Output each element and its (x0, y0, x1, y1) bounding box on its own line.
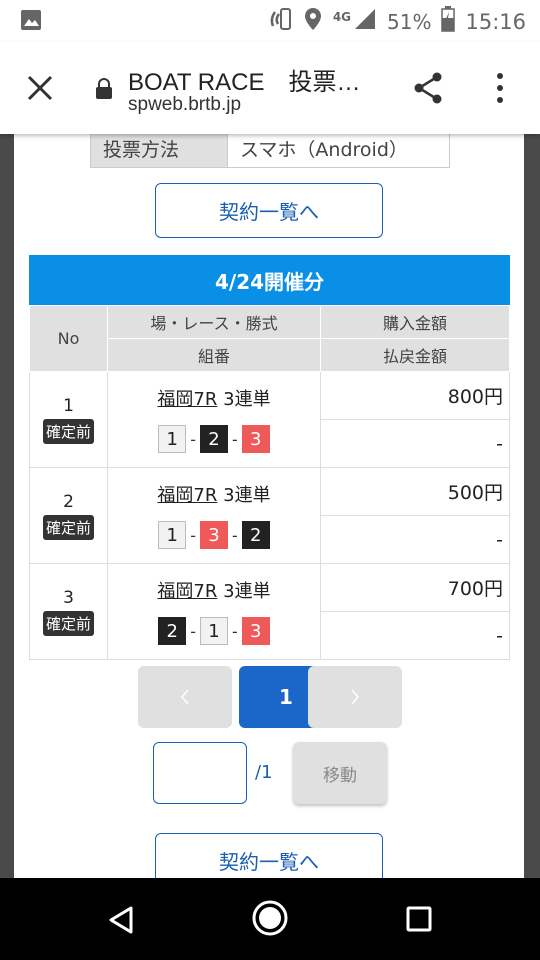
purchase-amount: 500円 (320, 467, 510, 516)
contract-list-button-top[interactable]: 契約一覧へ (155, 183, 383, 238)
boat-number-chip: 2 (158, 617, 187, 645)
page-url[interactable]: spweb.brtb.jp (128, 94, 241, 116)
boat-number-chip: 3 (241, 425, 270, 453)
purchase-amount: 800円 (320, 371, 510, 420)
payout-amount: - (320, 515, 510, 564)
combo-separator: - (232, 525, 238, 545)
boat-number-chip: 3 (241, 617, 270, 645)
page-number-input[interactable] (153, 742, 247, 804)
race-cell: 福岡7R 3連単 1-2-3 (107, 371, 321, 468)
page-content: 投票方法 スマホ（Android） 契約一覧へ 4/24開催分 No 場・レース… (14, 134, 524, 878)
nfc-icon (267, 6, 293, 38)
network-type: 4G (332, 10, 352, 24)
payout-amount: - (320, 419, 510, 468)
boat-number-chip: 1 (158, 425, 187, 453)
header-payout: 払戻金額 (320, 338, 510, 372)
battery-icon (441, 6, 456, 38)
page-title: BOAT RACE 投票… (128, 69, 361, 96)
venue-race-link[interactable]: 福岡7R (157, 389, 217, 410)
signal-icon (353, 7, 377, 37)
table-row: 2 確定前 福岡7R 3連単 1-3-2 500円 (29, 467, 510, 564)
boat-number-chip: 2 (241, 521, 270, 549)
boat-number-chip: 3 (200, 521, 228, 549)
combo-separator: - (232, 621, 238, 641)
combo-separator: - (190, 525, 196, 545)
location-icon (303, 6, 323, 38)
header-combo: 組番 (107, 338, 321, 372)
boat-number-chip: 2 (200, 425, 228, 453)
contract-list-button-bottom[interactable]: 契約一覧へ (155, 833, 383, 878)
more-options-icon[interactable] (488, 70, 512, 106)
lock-icon (95, 78, 113, 100)
row-number: 3 (63, 587, 74, 608)
move-button[interactable]: 移動 (293, 742, 387, 804)
next-page-button[interactable] (308, 666, 402, 728)
header-race: 場・レース・勝式 (107, 305, 321, 339)
vote-method-label: 投票方法 (90, 134, 228, 168)
recent-apps-icon[interactable] (405, 905, 433, 937)
bet-type: 3連単 (223, 581, 271, 602)
status-badge: 確定前 (42, 514, 94, 540)
system-nav-bar (0, 878, 540, 960)
share-icon[interactable] (410, 70, 446, 106)
date-section-header: 4/24開催分 (29, 255, 510, 305)
row-no-cell: 1 確定前 (29, 371, 108, 468)
race-cell: 福岡7R 3連単 2-1-3 (107, 563, 321, 660)
header-purchase: 購入金額 (320, 305, 510, 339)
page-total: /1 (255, 762, 273, 783)
clock: 15:16 (465, 10, 526, 34)
status-badge: 確定前 (42, 418, 94, 444)
chevron-right-icon (351, 689, 359, 705)
boat-number-chip: 1 (158, 521, 187, 549)
table-row: 1 確定前 福岡7R 3連単 1-2-3 800円 (29, 371, 510, 468)
row-no-cell: 3 確定前 (29, 563, 108, 660)
status-badge: 確定前 (42, 610, 94, 636)
combo-separator: - (190, 429, 196, 449)
boat-number-chip: 1 (200, 617, 228, 645)
row-number: 1 (63, 395, 74, 416)
browser-app-bar: BOAT RACE 投票… spweb.brtb.jp (0, 42, 540, 134)
gallery-icon (20, 9, 42, 37)
combo-separator: - (190, 621, 196, 641)
header-no: No (29, 305, 108, 372)
combination: 1-3-2 (109, 521, 319, 549)
table-row: 3 確定前 福岡7R 3連単 2-1-3 700円 (29, 563, 510, 660)
battery-percent: 51% (387, 10, 432, 34)
bet-type: 3連単 (223, 389, 271, 410)
venue-race-link[interactable]: 福岡7R (157, 581, 217, 602)
payout-amount: - (320, 611, 510, 660)
row-number: 2 (63, 491, 74, 512)
vote-method-value: スマホ（Android） (228, 134, 450, 168)
bet-type: 3連単 (223, 485, 271, 506)
prev-page-button[interactable] (138, 666, 232, 728)
race-cell: 福岡7R 3連単 1-3-2 (107, 467, 321, 564)
purchase-amount: 700円 (320, 563, 510, 612)
race-info: 福岡7R 3連単 (109, 385, 319, 411)
back-icon[interactable] (105, 904, 137, 940)
race-info: 福岡7R 3連単 (109, 577, 319, 603)
home-icon[interactable] (250, 898, 290, 942)
web-page: 投票方法 スマホ（Android） 契約一覧へ 4/24開催分 No 場・レース… (0, 134, 540, 878)
combo-separator: - (232, 429, 238, 449)
combination: 1-2-3 (109, 425, 319, 453)
combination: 2-1-3 (109, 617, 319, 645)
status-bar: 4G 51% 15:16 (0, 0, 540, 42)
close-icon[interactable] (22, 70, 58, 106)
race-info: 福岡7R 3連単 (109, 481, 319, 507)
bets-table: No 場・レース・勝式 購入金額 組番 払戻金額 1 確定前 福岡7R 3連単 1-2… (29, 305, 510, 660)
chevron-left-icon (181, 689, 189, 705)
row-no-cell: 2 確定前 (29, 467, 108, 564)
venue-race-link[interactable]: 福岡7R (157, 485, 217, 506)
vote-method-row: 投票方法 スマホ（Android） (90, 134, 450, 168)
